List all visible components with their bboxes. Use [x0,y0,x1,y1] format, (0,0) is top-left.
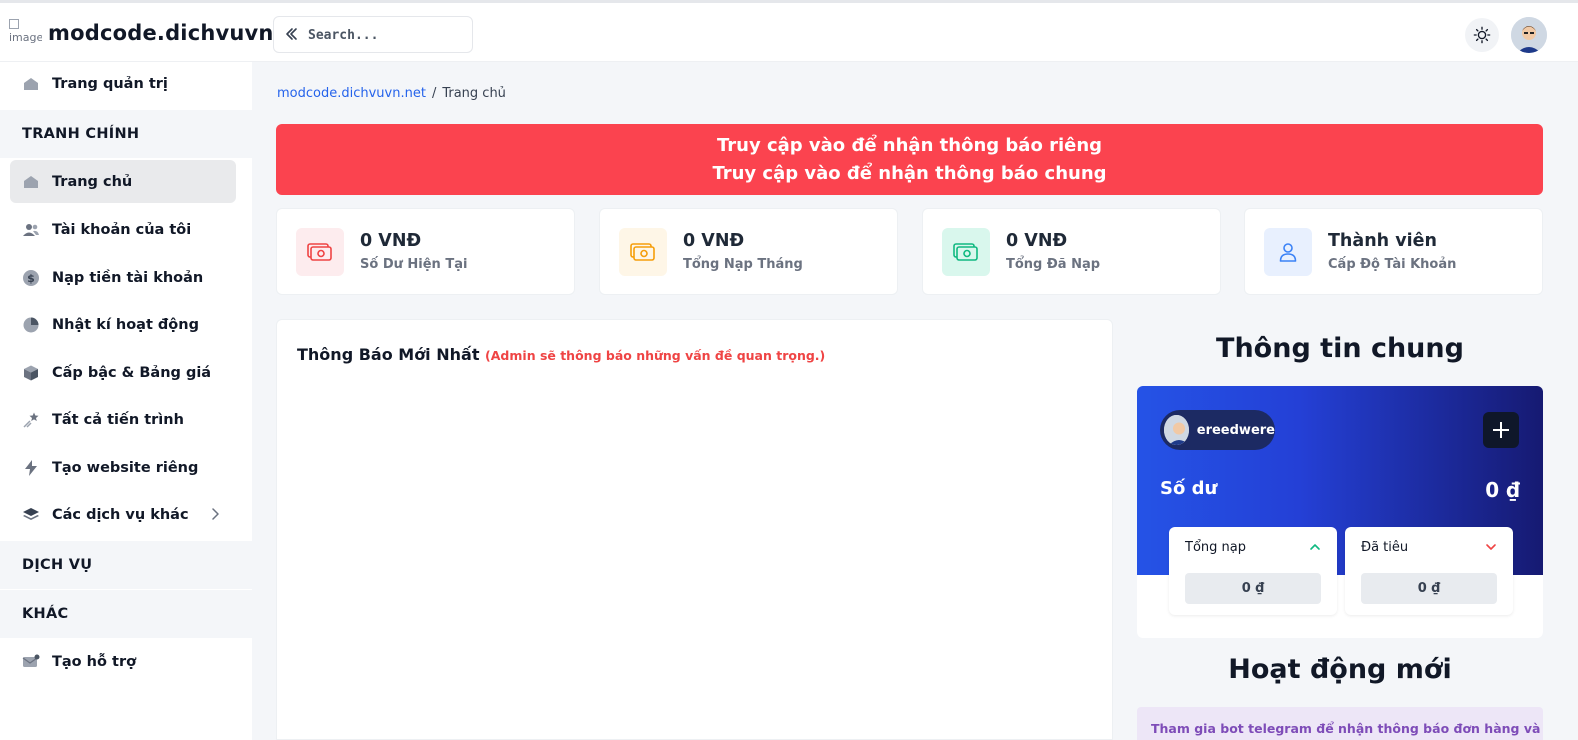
section-header-services: DỊCH VỤ [0,541,252,589]
account-info-card: ereedwere Số dư 0 ₫ Tổng nạp 0 ₫ Đã tiêu… [1137,386,1543,638]
home-icon [22,173,40,191]
spent-total-value: 0 ₫ [1361,573,1497,604]
mail-icon [22,653,40,671]
breadcrumb: modcode.dichvuvn.net / Trang chủ [277,86,506,101]
sidebar-item-admin[interactable]: Trang quản trị [10,62,236,105]
sidebar-item-label: Tất cả tiến trình [52,411,184,428]
user-avatar[interactable] [1511,17,1547,53]
theme-toggle-button[interactable] [1465,18,1499,52]
sidebar-item-label: Tạo website riêng [52,459,199,476]
stat-label: Cấp Độ Tài Khoản [1328,257,1457,272]
activity-note[interactable]: Tham gia bot telegram để nhận thông báo … [1137,707,1543,740]
svg-text:$: $ [27,272,35,285]
plus-icon [1493,422,1509,438]
home-icon [22,75,40,93]
stat-label: Tổng Đã Nạp [1006,257,1101,272]
sidebar-item-label: Trang chủ [52,173,133,190]
sidebar-item-processes[interactable]: Tất cả tiến trình [10,398,236,441]
alert-line-private[interactable]: Truy cập vào để nhận thông báo riêng [276,132,1543,160]
dollar-icon: $ [22,269,40,287]
collapse-arrow-icon[interactable] [283,26,299,42]
stat-value: 0 VNĐ [360,231,422,251]
cube-icon [22,364,40,382]
deposit-total-card: Tổng nạp 0 ₫ [1169,527,1337,615]
sidebar-item-label: Trang quản trị [52,75,168,92]
stat-card-account-level: Thành viên Cấp Độ Tài Khoản [1244,208,1543,295]
sidebar-item-label: Nhật kí hoạt động [52,316,199,333]
breadcrumb-link[interactable]: modcode.dichvuvn.net [277,86,426,101]
sidebar-item-pricing[interactable]: Cấp bậc & Bảng giá [10,351,236,394]
spent-total-card: Đã tiêu 0 ₫ [1345,527,1513,615]
deposit-total-label: Tổng nạp [1185,540,1246,555]
user-icon [1264,228,1312,276]
sidebar-item-label: Tài khoản của tôi [52,221,192,238]
balance-label: Số dư [1160,478,1218,499]
search-box[interactable] [273,16,473,53]
breadcrumb-separator: / [431,86,437,101]
notice-card: Thông Báo Mới Nhất (Admin sẽ thông báo n… [276,319,1113,740]
sidebar-item-deposit[interactable]: $ Nạp tiền tài khoản [10,256,236,299]
layers-icon [22,506,40,524]
money-icon [296,228,344,276]
sidebar-item-home[interactable]: Trang chủ [10,160,236,203]
stat-card-monthly-deposit: 0 VNĐ Tổng Nạp Tháng [599,208,898,295]
stat-label: Số Dư Hiện Tại [360,257,468,272]
add-funds-button[interactable] [1483,412,1519,448]
section-header-main: TRANH CHÍNH [0,110,252,158]
search-input[interactable] [308,25,463,45]
stat-value: 0 VNĐ [1006,231,1068,251]
notice-title: Thông Báo Mới Nhất (Admin sẽ thông báo n… [297,345,825,364]
username: ereedwere [1196,422,1275,438]
logo-image[interactable]: image [9,17,42,51]
sun-icon [1473,26,1491,44]
sidebar-item-other-services[interactable]: Các dịch vụ khác [10,493,236,536]
broken-image-icon [9,19,19,29]
avatar [1164,415,1189,445]
stat-card-total-deposit: 0 VNĐ Tổng Đã Nạp [922,208,1221,295]
top-header: image modcode.dichvuvn.net [0,0,1578,62]
stat-value: 0 VNĐ [683,231,745,251]
stat-card-balance: 0 VNĐ Số Dư Hiện Tại [276,208,575,295]
sidebar-item-account[interactable]: Tài khoản của tôi [10,208,236,251]
sidebar-item-create-website[interactable]: Tạo website riêng [10,446,236,489]
avatar-icon [1511,17,1547,53]
alert-banner: Truy cập vào để nhận thông báo riêng Tru… [276,124,1543,195]
stat-label: Tổng Nạp Tháng [683,257,803,272]
breadcrumb-current: Trang chủ [442,86,506,101]
sidebar-item-support[interactable]: Tạo hỗ trợ [10,640,236,683]
sidebar: Trang quản trị TRANH CHÍNH Trang chủ Tài… [0,62,252,740]
section-header-other: KHÁC [0,590,252,638]
stat-value: Thành viên [1328,231,1437,251]
chevron-up-icon [1310,544,1320,550]
notice-title-text: Thông Báo Mới Nhất [297,345,480,364]
sidebar-item-label: Các dịch vụ khác [52,506,189,523]
bolt-icon [22,459,40,477]
alert-line-public[interactable]: Truy cập vào để nhận thông báo chung [276,160,1543,188]
deposit-total-value: 0 ₫ [1185,573,1321,604]
sidebar-item-label: Cấp bậc & Bảng giá [52,364,212,381]
shooting-star-icon [22,411,40,429]
balance-value: 0 ₫ [1485,478,1520,502]
spent-total-label: Đã tiêu [1361,540,1409,555]
sidebar-item-activity-log[interactable]: Nhật kí hoạt động [10,303,236,346]
notice-subtitle: (Admin sẽ thông báo những vấn đề quan tr… [485,348,826,363]
users-icon [22,221,40,239]
pie-chart-icon [22,316,40,334]
sidebar-item-label: Nạp tiền tài khoản [52,269,204,286]
info-title: Thông tin chung [1216,333,1464,364]
money-icon [942,228,990,276]
avatar-icon [1164,415,1189,445]
chevron-right-icon[interactable] [208,507,222,521]
user-chip[interactable]: ereedwere [1160,410,1275,450]
sidebar-item-label: Tạo hỗ trợ [52,653,137,670]
chevron-down-icon [1486,544,1496,550]
money-icon [619,228,667,276]
activity-title: Hoạt động mới [1228,654,1452,685]
